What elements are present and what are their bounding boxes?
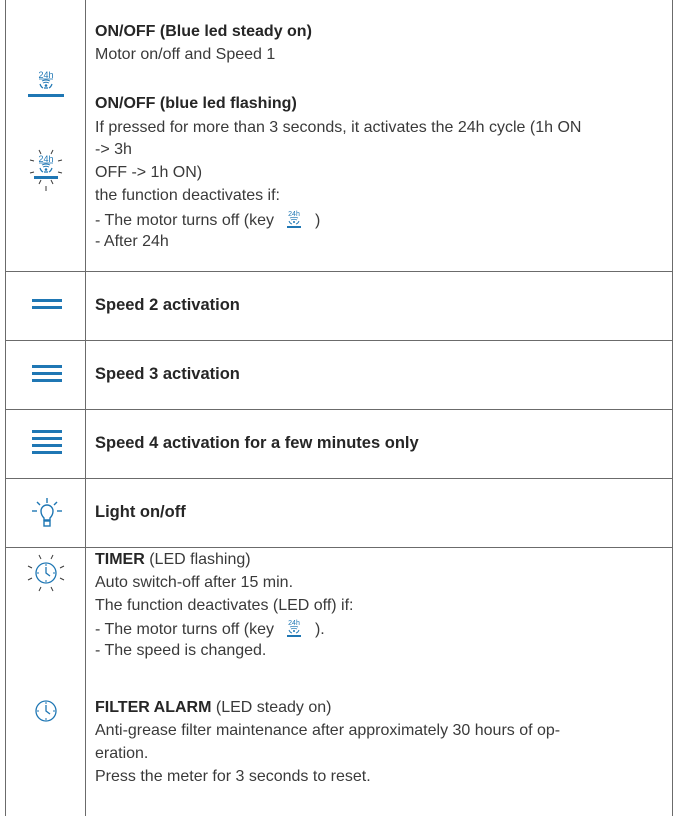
speed-4-icon (32, 430, 62, 454)
icon-cell (6, 272, 86, 340)
alarm-line3: Press the meter for 3 seconds to reset. (95, 768, 371, 785)
led-bar (28, 94, 64, 97)
speed-3-icon (32, 365, 62, 382)
fan-24h-key-icon: 24h (287, 620, 302, 637)
onoff-flash-line5: - The motor turns off (key 24h ) (95, 209, 320, 231)
speed3-label: Speed 3 activation (95, 365, 240, 383)
alarm-title: FILTER ALARM (95, 699, 212, 716)
svg-text:24h: 24h (38, 70, 53, 80)
onoff-flash-line6: - After 24h (95, 233, 169, 250)
light-bulb-icon (32, 498, 62, 527)
speed-2-icon (32, 299, 62, 309)
timer-line3-text: - The motor turns off (key (95, 621, 275, 638)
icon-cell (6, 341, 86, 409)
light-label: Light on/off (95, 503, 186, 521)
alarm-line2: eration. (95, 745, 149, 762)
row-speed4: Speed 4 activation for a few minutes onl… (6, 410, 672, 479)
row-onoff: 24h 24h ON/OFF (Blue led steady on) Moto… (6, 0, 672, 272)
icon-cell (6, 410, 86, 478)
timer-icon (35, 700, 57, 722)
onoff-flash-line1: If pressed for more than 3 seconds, it a… (95, 119, 582, 136)
onoff-flash-line3: OFF -> 1h ON) (95, 164, 203, 181)
timer-line4: - The speed is changed. (95, 642, 267, 659)
alarm-title-line: FILTER ALARM (LED steady on) (95, 698, 331, 718)
function-table: 24h 24h ON/OFF (Blue led steady on) Moto… (5, 0, 673, 816)
onoff-flash-line5-text: - The motor turns off (key (95, 212, 275, 229)
timer-line3: - The motor turns off (key 24h ). (95, 618, 325, 640)
speed2-label: Speed 2 activation (95, 296, 240, 314)
timer-title-line: TIMER (LED flashing) (95, 550, 251, 570)
timer-title-suffix: (LED flashing) (144, 551, 251, 568)
row-timer: TIMER (LED flashing) Auto switch-off aft… (6, 548, 672, 816)
onoff-flash-title: ON/OFF (blue led flashing) (95, 95, 297, 112)
row-light: Light on/off (6, 479, 672, 548)
row-speed3: Speed 3 activation (6, 341, 672, 410)
onoff-flash-line5-end: ) (314, 212, 321, 229)
icon-cell: 24h 24h (6, 0, 86, 271)
fan-24h-flashing-icon: 24h (29, 149, 63, 191)
onoff-flash-line2: -> 3h (95, 141, 132, 158)
timer-line2: The function deactivates (LED off) if: (95, 597, 354, 614)
timer-flashing-icon (27, 554, 65, 592)
onoff-steady-title: ON/OFF (Blue led steady on) (95, 23, 312, 40)
fan-24h-icon: 24h (38, 70, 54, 89)
icon-cell (6, 548, 86, 816)
onoff-flash-line4: the function deactivates if: (95, 187, 280, 204)
timer-title: TIMER (95, 551, 145, 568)
alarm-line1: Anti-grease filter maintenance after app… (95, 722, 561, 739)
svg-text:24h: 24h (38, 154, 53, 164)
onoff-steady-text: Motor on/off and Speed 1 (95, 46, 276, 63)
icon-cell (6, 479, 86, 547)
fan-24h-key-icon: 24h (287, 211, 302, 228)
speed4-label: Speed 4 activation for a few minutes onl… (95, 434, 419, 452)
row-speed2: Speed 2 activation (6, 272, 672, 341)
timer-line1: Auto switch-off after 15 min. (95, 574, 294, 591)
alarm-title-suffix: (LED steady on) (211, 699, 332, 716)
timer-line3-end: ). (314, 621, 325, 638)
